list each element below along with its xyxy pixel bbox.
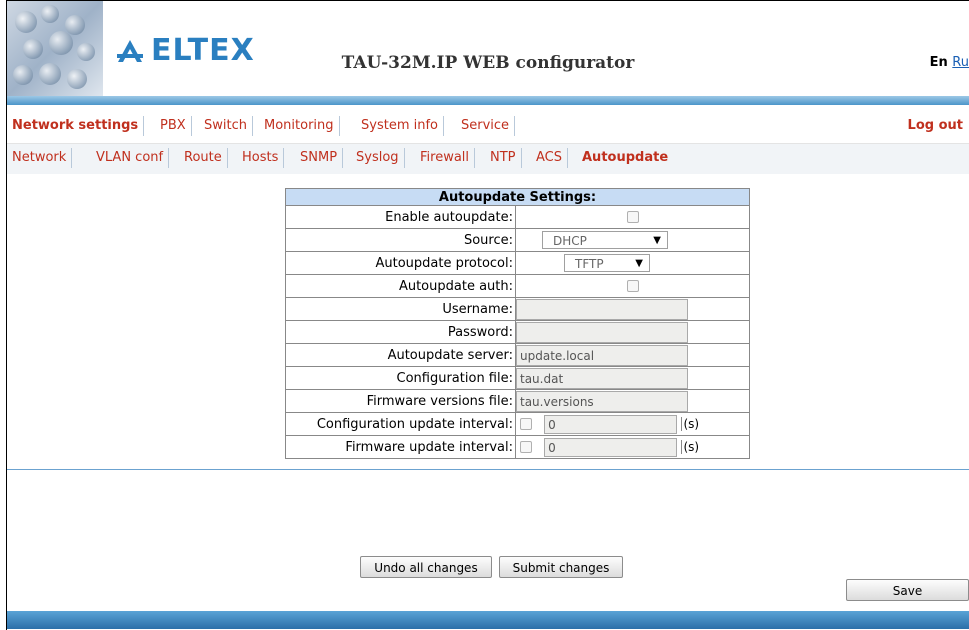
config-file-label: Configuration file: bbox=[285, 366, 516, 390]
config-interval-field[interactable]: 0 bbox=[544, 414, 678, 434]
auth-label: Autoupdate auth: bbox=[285, 274, 516, 298]
lang-en[interactable]: En bbox=[930, 55, 948, 70]
header: ELTEX TAU-32M.IP WEB configurator En Ru bbox=[7, 1, 969, 96]
lang-ru-link[interactable]: Ru bbox=[952, 55, 969, 70]
dropdown-arrow-icon: ▼ bbox=[635, 258, 643, 269]
subtab-firewall[interactable]: Firewall bbox=[415, 148, 476, 168]
settings-heading: Autoupdate Settings: bbox=[285, 188, 750, 206]
subtab-syslog[interactable]: Syslog bbox=[351, 148, 405, 168]
username-label: Username: bbox=[285, 297, 516, 321]
fw-file-label: Firmware versions file: bbox=[285, 389, 516, 413]
fw-interval-label: Firmware update interval: bbox=[285, 435, 516, 459]
config-interval-checkbox[interactable] bbox=[520, 418, 532, 430]
subtab-network[interactable]: Network bbox=[7, 148, 73, 168]
subtab-vlan-conf[interactable]: VLAN conf bbox=[91, 148, 170, 168]
enable-autoupdate-label: Enable autoupdate: bbox=[285, 205, 516, 229]
autoupdate-settings-table: Autoupdate Settings: Enable autoupdate: … bbox=[285, 188, 750, 459]
header-bubbles-image bbox=[7, 1, 103, 96]
undo-all-changes-button[interactable]: Undo all changes bbox=[360, 556, 492, 578]
language-switcher: En Ru bbox=[930, 55, 969, 70]
source-select[interactable]: DHCP ▼ bbox=[542, 231, 668, 249]
submit-changes-button[interactable]: Submit changes bbox=[499, 556, 623, 578]
enable-autoupdate-checkbox[interactable] bbox=[626, 211, 639, 223]
server-field[interactable]: update.local bbox=[516, 344, 688, 366]
fw-interval-field[interactable]: 0 bbox=[544, 437, 678, 457]
footer-band bbox=[7, 611, 969, 629]
fw-file-field[interactable]: tau.versions bbox=[516, 390, 688, 412]
config-interval-label: Configuration update interval: bbox=[285, 412, 516, 436]
section-divider bbox=[7, 469, 969, 470]
password-field[interactable] bbox=[516, 321, 688, 343]
password-label: Password: bbox=[285, 320, 516, 344]
source-select-value: DHCP bbox=[553, 234, 587, 248]
header-band bbox=[7, 96, 969, 105]
tab-service[interactable]: Service bbox=[456, 116, 516, 136]
main-menu: Network settings PBX Switch Monitoring S… bbox=[7, 105, 969, 144]
subtab-acs[interactable]: ACS bbox=[531, 148, 568, 168]
auth-checkbox[interactable] bbox=[626, 280, 639, 292]
fw-interval-checkbox[interactable] bbox=[520, 441, 532, 453]
tab-pbx[interactable]: PBX bbox=[155, 116, 192, 136]
tab-network-settings[interactable]: Network settings bbox=[7, 116, 145, 136]
source-label: Source: bbox=[285, 228, 516, 252]
sub-menu: Network VLAN conf Route Hosts SNMP Syslo… bbox=[7, 144, 969, 174]
username-field[interactable] bbox=[516, 298, 688, 320]
subtab-ntp[interactable]: NTP bbox=[485, 148, 522, 168]
tab-monitoring[interactable]: Monitoring bbox=[259, 116, 340, 136]
subtab-hosts[interactable]: Hosts bbox=[237, 148, 285, 168]
server-label: Autoupdate server: bbox=[285, 343, 516, 367]
dropdown-arrow-icon: ▼ bbox=[653, 235, 661, 246]
protocol-label: Autoupdate protocol: bbox=[285, 251, 516, 275]
page-title: TAU-32M.IP WEB configurator bbox=[341, 53, 635, 73]
protocol-select-value: TFTP bbox=[575, 257, 604, 271]
save-button[interactable]: Save bbox=[846, 579, 969, 601]
fw-interval-unit: (s) bbox=[681, 439, 700, 454]
logout-link[interactable]: Log out bbox=[908, 116, 963, 136]
protocol-select[interactable]: TFTP ▼ bbox=[564, 254, 650, 272]
tab-switch[interactable]: Switch bbox=[199, 116, 253, 136]
subtab-autoupdate[interactable]: Autoupdate bbox=[577, 148, 673, 168]
subtab-route[interactable]: Route bbox=[179, 148, 228, 168]
subtab-snmp[interactable]: SNMP bbox=[295, 148, 344, 168]
tab-system-info[interactable]: System info bbox=[356, 116, 444, 136]
config-file-field[interactable]: tau.dat bbox=[516, 367, 688, 389]
config-interval-unit: (s) bbox=[681, 416, 700, 431]
